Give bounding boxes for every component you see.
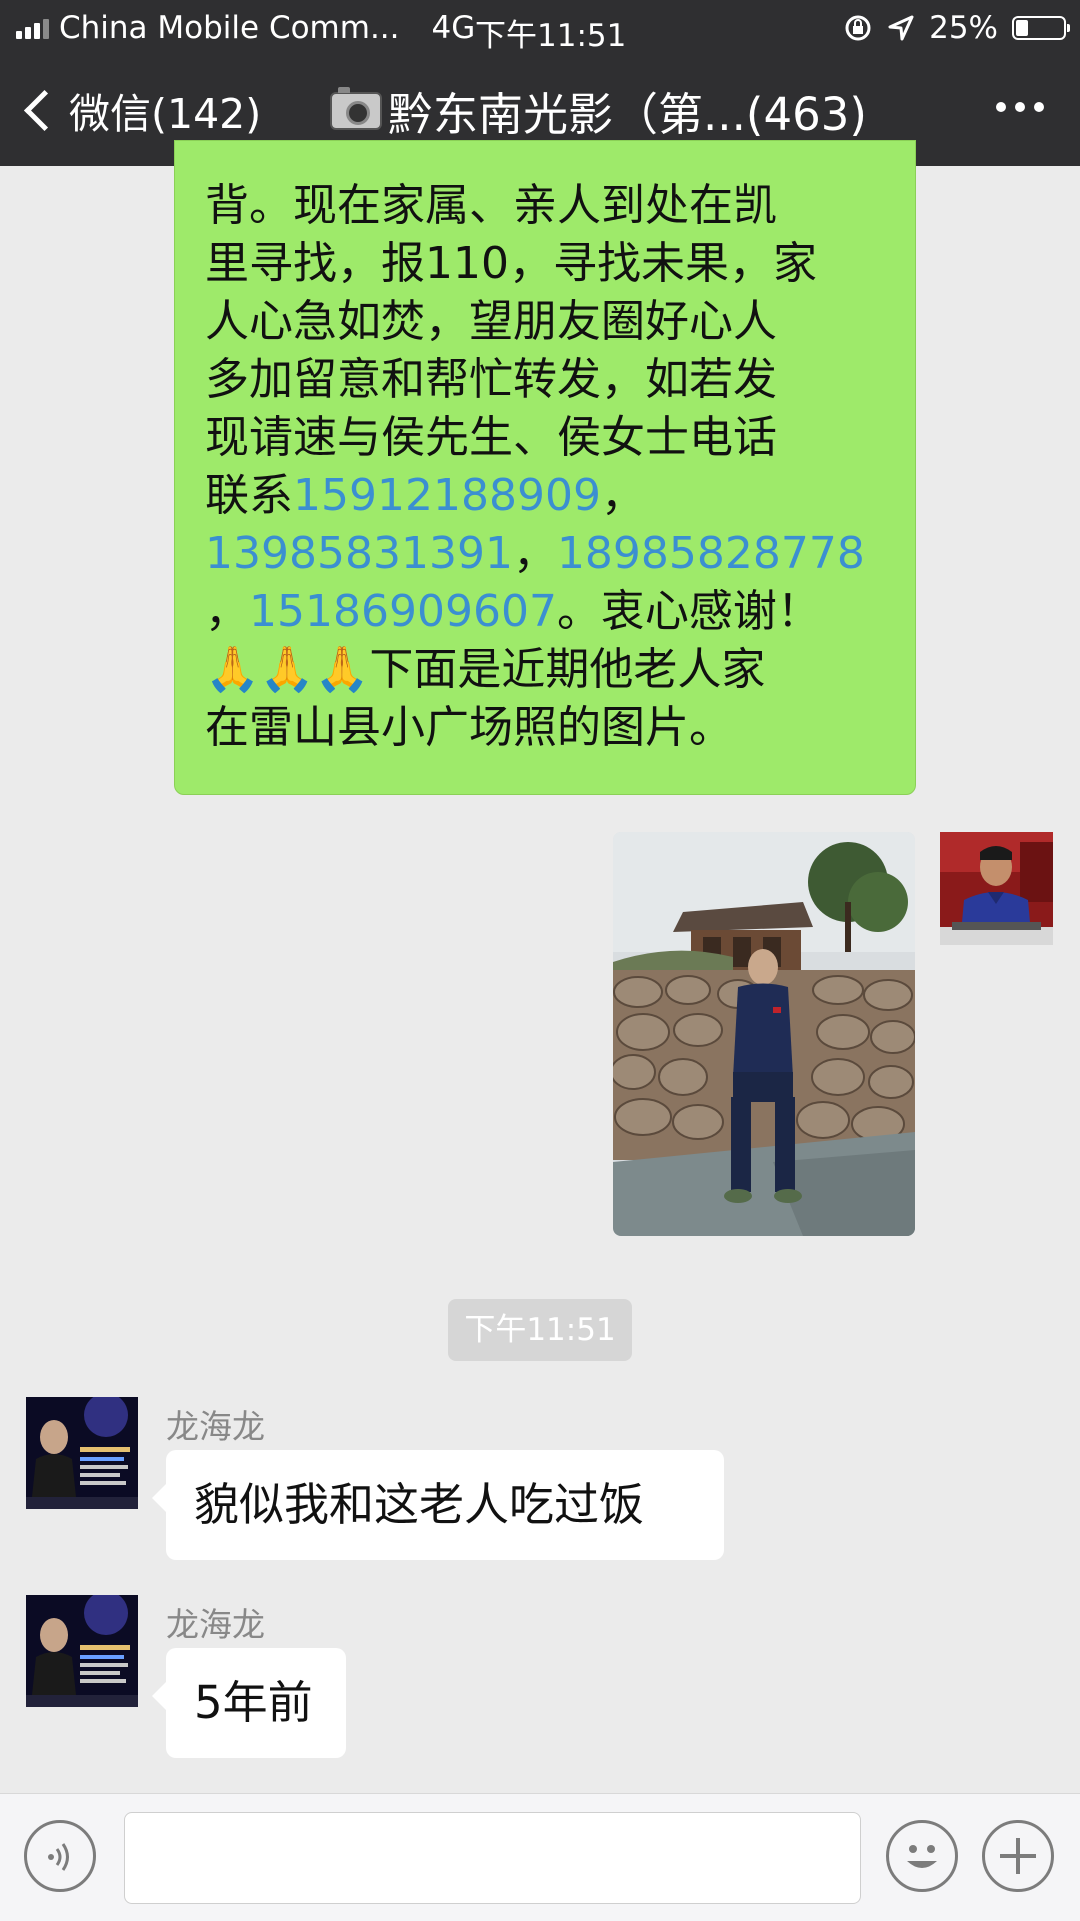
rotation-lock-icon [845, 15, 871, 41]
emoji-icon[interactable] [886, 1820, 958, 1892]
message-line: 多加留意和帮忙转发，如若发 [205, 351, 891, 409]
avatar-self[interactable] [940, 832, 1053, 945]
message-text: ， [600, 470, 645, 521]
phone-number-link[interactable]: 13985831391 [205, 528, 513, 579]
location-icon [888, 15, 914, 41]
message-text: 联系 [205, 470, 293, 521]
battery-level [1016, 20, 1028, 36]
avatar-sender[interactable] [26, 1397, 138, 1509]
plus-icon[interactable] [982, 1820, 1054, 1892]
message-line: 🙏🙏🙏下面是近期他老人家 [205, 641, 891, 699]
sender-name: 龙海龙 [166, 1605, 265, 1644]
message-line: 在雷山县小广场照的图片。 [205, 699, 891, 757]
message-text: ， [205, 586, 249, 637]
status-bar: China Mobile Comm... 4G 下午11:51 25% [0, 0, 1080, 56]
phone-number-link[interactable]: 18985828778 [557, 528, 865, 579]
avatar-self-image [940, 832, 1053, 945]
status-time: 下午11:51 [475, 18, 627, 54]
message-text: 🙏🙏🙏下面是近期他老人家 [205, 644, 766, 695]
avatar-sender-image [26, 1595, 138, 1707]
voice-icon[interactable] [24, 1820, 96, 1892]
message-input[interactable] [124, 1812, 861, 1904]
signal-icon [16, 17, 49, 39]
message-text: ， [512, 528, 557, 579]
back-label: 微信(142) [69, 90, 262, 138]
incoming-text-bubble[interactable]: 貌似我和这老人吃过饭 [152, 1450, 724, 1560]
sender-name: 龙海龙 [166, 1407, 265, 1446]
message-text: 。衷心感谢！ [556, 586, 821, 637]
avatar-sender-image [26, 1397, 138, 1509]
outgoing-photo[interactable] [613, 832, 915, 1236]
status-right: 25% [843, 10, 1070, 46]
message-text: 人心急如焚，望朋友圈好心人 [205, 296, 777, 347]
message-text: 在雷山县小广场照的图片。 [205, 702, 733, 753]
outgoing-text-bubble[interactable]: 背。现在家属、亲人到处在凯 里寻找，报110，寻找未果，家 人心急如焚，望朋友圈好心… [174, 140, 916, 795]
battery-percent: 25% [929, 10, 998, 46]
message-line: 里寻找，报110，寻找未果，家 [205, 235, 891, 293]
incoming-text-bubble[interactable]: 5年前 [152, 1648, 346, 1758]
network-type: 4G [431, 10, 476, 46]
phone-number-link[interactable]: 15912188909 [293, 470, 601, 521]
message-line: 13985831391，18985828778 [205, 525, 891, 583]
message-text: 多加留意和帮忙转发，如若发 [205, 354, 777, 405]
message-line: 联系15912188909， [205, 467, 891, 525]
message-text: 背。现在家属、亲人到处在凯 [205, 180, 777, 231]
back-button[interactable]: 微信(142) [22, 80, 261, 140]
message-line: ，15186909607。衷心感谢！ [205, 583, 891, 641]
input-bar [0, 1793, 1080, 1921]
message-text: 现请速与侯先生、侯女士电话 [205, 412, 777, 463]
elderly-man-photo [613, 832, 915, 1236]
message-line: 背。现在家属、亲人到处在凯 [205, 177, 891, 235]
more-button[interactable] [996, 102, 1044, 112]
message-timestamp: 下午11:51 [448, 1299, 632, 1361]
more-dots-icon [996, 102, 1006, 112]
chevron-left-icon [23, 89, 66, 131]
chat-title: 黔东南光影（第...(463) [330, 78, 867, 143]
carrier-name: China Mobile Comm... [59, 10, 400, 46]
camera-icon [330, 86, 382, 130]
avatar-sender[interactable] [26, 1595, 138, 1707]
status-left: China Mobile Comm... 4G [16, 10, 475, 46]
message-line: 人心急如焚，望朋友圈好心人 [205, 293, 891, 351]
phone-number-link[interactable]: 15186909607 [249, 586, 557, 637]
battery-icon [1012, 16, 1070, 40]
message-text: 里寻找，报110，寻找未果，家 [205, 238, 817, 289]
message-line: 现请速与侯先生、侯女士电话 [205, 409, 891, 467]
chat-title-text: 黔东南光影（第...(463) [388, 88, 867, 141]
